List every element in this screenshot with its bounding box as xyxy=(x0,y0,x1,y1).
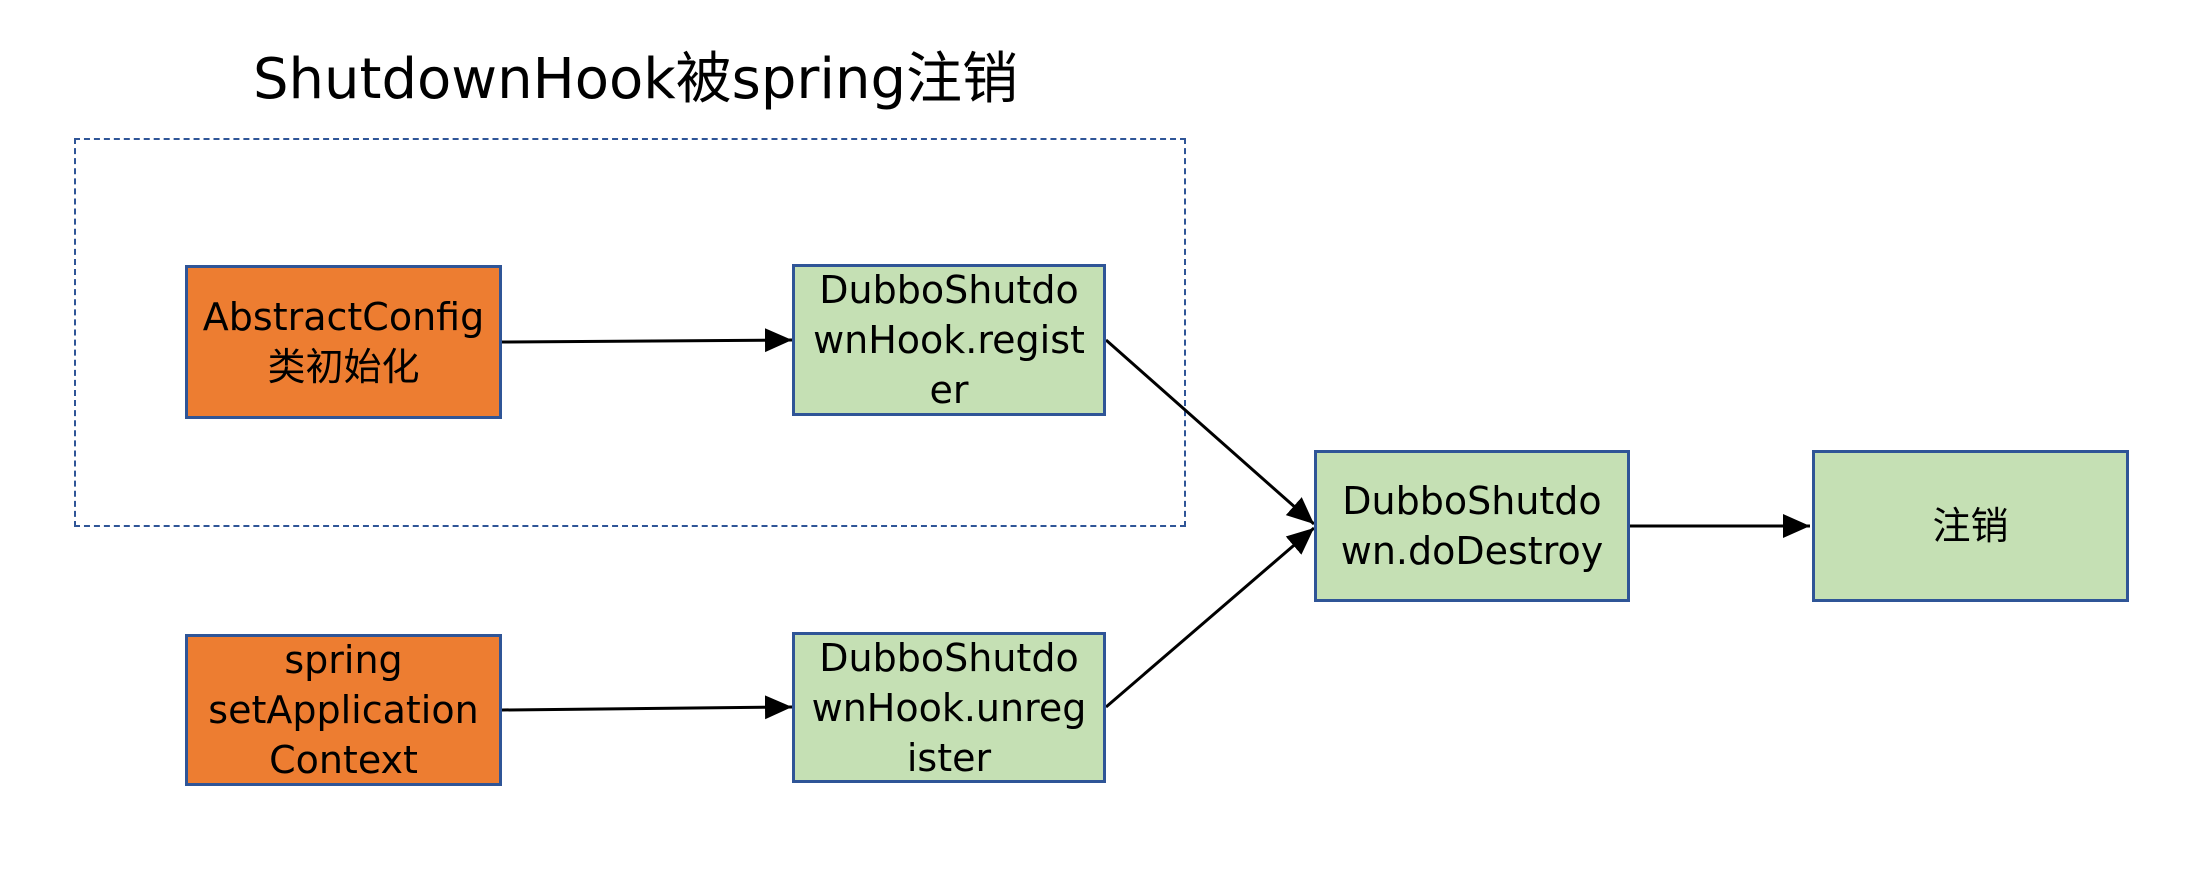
node-logout-label: 注销 xyxy=(1932,504,2009,548)
edge-unregister-to-dodestroy xyxy=(1105,526,1315,709)
node-register-label: DubboShutdo wnHook.regist er xyxy=(813,268,1085,412)
node-unregister: DubboShutdo wnHook.unreg ister xyxy=(792,632,1106,783)
node-do-destroy-label: DubboShutdo wn.doDestroy xyxy=(1340,479,1604,573)
node-do-destroy: DubboShutdo wn.doDestroy xyxy=(1314,450,1630,602)
node-abstract-config-label: AbstractConfig 类初始化 xyxy=(202,295,485,389)
node-abstract-config: AbstractConfig 类初始化 xyxy=(185,265,502,419)
node-logout: 注销 xyxy=(1812,450,2129,602)
edge-register-to-dodestroy xyxy=(1105,338,1315,526)
node-register: DubboShutdo wnHook.regist er xyxy=(792,264,1106,416)
node-unregister-label: DubboShutdo wnHook.unreg ister xyxy=(811,635,1087,780)
node-spring-context-label: spring setApplication Context xyxy=(208,638,479,782)
edge-spring-to-unregister xyxy=(501,695,793,720)
node-spring-context: spring setApplication Context xyxy=(185,634,502,786)
edge-abstractconfig-to-register xyxy=(501,328,793,353)
